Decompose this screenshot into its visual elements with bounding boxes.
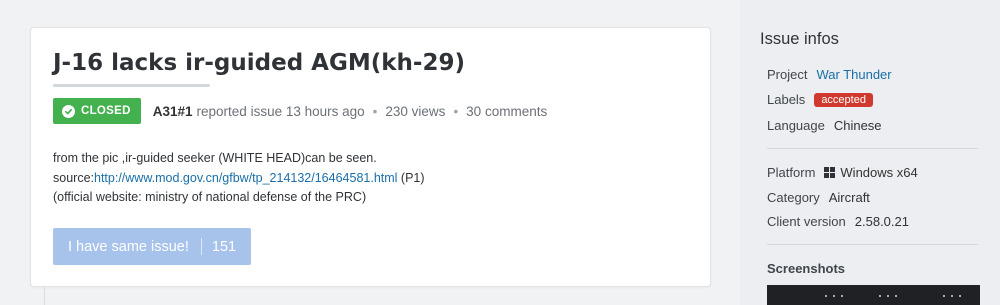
issue-card: J-16 lacks ir-guided AGM(kh-29) CLOSED A…	[30, 27, 711, 287]
platform-label: Platform	[767, 165, 816, 180]
separator-dot: •	[372, 103, 378, 119]
views-count: 230 views	[385, 103, 446, 119]
issue-infos-sidebar: Issue infos Project War Thunder Labels a…	[740, 0, 1000, 305]
language-value: Chinese	[833, 118, 882, 133]
labels-row: Labels accepted	[767, 92, 873, 107]
source-label: source:	[53, 170, 94, 185]
platform-row: Platform Windows x64	[767, 165, 918, 180]
screenshots-label: Screenshots	[767, 261, 846, 276]
body-line: source:http://www.mod.gov.cn/gfbw/tp_214…	[53, 169, 693, 189]
category-value: Aircraft	[828, 190, 870, 205]
labels-label: Labels	[767, 92, 806, 107]
windows-icon	[824, 167, 836, 178]
accepted-badge: accepted	[814, 92, 873, 107]
same-issue-label: I have same issue!	[68, 238, 189, 255]
screenshot-thumbnail[interactable]	[767, 285, 980, 305]
divider	[767, 148, 978, 149]
client-version-row: Client version 2.58.0.21	[767, 214, 909, 229]
separator-dot: •	[453, 103, 459, 119]
issue-body: from the pic ,ir-guided seeker (WHITE HE…	[53, 149, 693, 208]
project-link[interactable]: War Thunder	[816, 67, 891, 82]
status-badge: CLOSED	[53, 98, 141, 124]
category-label: Category	[767, 190, 820, 205]
status-text: CLOSED	[81, 105, 131, 117]
issue-meta: CLOSED A31#1 reported issue 13 hours ago…	[53, 98, 547, 124]
same-issue-count: 151	[211, 238, 237, 255]
source-link[interactable]: http://www.mod.gov.cn/gfbw/tp_214132/164…	[94, 171, 397, 185]
button-divider	[200, 238, 202, 255]
author-link[interactable]: A31#1	[153, 104, 193, 119]
platform-value: Windows x64	[840, 165, 918, 180]
divider	[767, 244, 978, 245]
client-version-value: 2.58.0.21	[854, 214, 909, 229]
link-suffix: (P1)	[397, 170, 425, 185]
comments-count[interactable]: 30 comments	[466, 104, 547, 119]
body-line: from the pic ,ir-guided seeker (WHITE HE…	[53, 151, 377, 165]
issue-title: J-16 lacks ir-guided AGM(kh-29)	[53, 50, 465, 76]
project-label: Project	[767, 67, 808, 82]
language-label: Language	[767, 118, 825, 133]
body-line: (official website: ministry of national …	[53, 190, 367, 204]
sidebar-title: Issue infos	[760, 30, 839, 48]
reported-time: reported issue 13 hours ago	[196, 103, 365, 119]
client-version-label: Client version	[767, 214, 846, 229]
language-row: Language Chinese	[767, 118, 882, 133]
same-issue-button[interactable]: I have same issue! 151	[53, 228, 251, 265]
project-row: Project War Thunder	[767, 67, 892, 82]
issue-main: J-16 lacks ir-guided AGM(kh-29) CLOSED A…	[0, 0, 740, 305]
category-row: Category Aircraft	[767, 190, 870, 205]
title-underline	[53, 84, 210, 87]
screenshots-row: Screenshots	[767, 261, 845, 276]
timeline-line	[44, 287, 45, 305]
check-circle-icon	[62, 104, 75, 118]
